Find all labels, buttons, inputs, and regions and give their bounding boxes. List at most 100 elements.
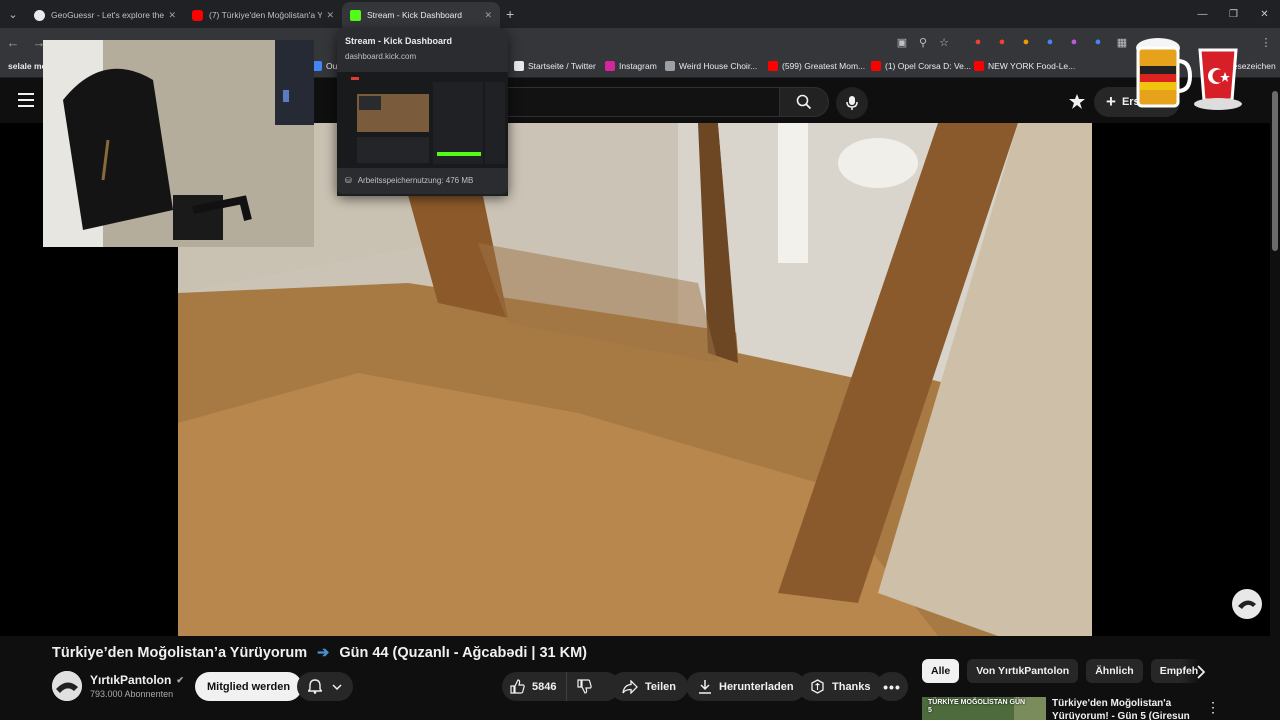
- bookmark-item[interactable]: (1) Opel Corsa D: Ve...: [871, 61, 971, 71]
- bookmark-item[interactable]: (599) Greatest Mom...: [768, 61, 865, 71]
- restore-icon[interactable]: ❐: [1218, 0, 1249, 28]
- avatar-image: [1238, 600, 1256, 609]
- bell-icon: [308, 679, 322, 694]
- share-button[interactable]: Teilen: [610, 672, 688, 701]
- walking-person-icon: ➔: [317, 645, 330, 661]
- search-icon: [796, 94, 812, 110]
- thanks-button[interactable]: Thanks: [798, 672, 883, 701]
- more-horizontal-icon: •••: [883, 678, 901, 695]
- share-icon: [622, 679, 638, 694]
- tab-kick-dashboard[interactable]: Stream - Kick Dashboard ✕: [342, 2, 500, 28]
- like-dislike-group: 5846: [502, 672, 620, 701]
- recommended-title[interactable]: Türkiye'den Moğolistan'a Yürüyorum! - Gü…: [1052, 697, 1202, 720]
- map-pin-icon: [34, 9, 45, 21]
- menu-icon[interactable]: [18, 93, 34, 107]
- close-window-icon[interactable]: ✕: [1249, 0, 1280, 28]
- thumbnail-text: TÜRKİYE MOĞOLİSTAN GÜN 5: [928, 699, 1026, 714]
- chip-related[interactable]: Ähnlich: [1086, 659, 1143, 683]
- tab-search-chevron-icon[interactable]: ⌄: [0, 0, 26, 28]
- browser-tabstrip: ⌄ GeoGuessr - Let's explore the w ✕ (7) …: [0, 0, 1280, 28]
- extension-icon[interactable]: ●: [1090, 34, 1106, 50]
- more-actions-button[interactable]: •••: [876, 672, 908, 701]
- memory-usage: ⛁ Arbeitsspeichernutzung: 476 MB: [345, 176, 474, 185]
- bookmark-item[interactable]: NEW YORK Food-Le...: [974, 61, 1075, 71]
- thumbs-down-icon: [577, 679, 593, 694]
- tab-youtube[interactable]: (7) Türkiye'den Moğolistan'a Yü ✕: [184, 2, 342, 28]
- extension-icon[interactable]: ●: [1018, 34, 1034, 50]
- like-count: 5846: [532, 680, 557, 693]
- video-scene: [178, 123, 1092, 636]
- back-icon[interactable]: ←: [0, 35, 26, 50]
- subscriber-count: 793.000 Abonnenten: [90, 689, 174, 699]
- plus-icon: +: [1106, 92, 1116, 111]
- notification-subscription-button[interactable]: [297, 672, 353, 701]
- minimize-icon[interactable]: —: [1187, 0, 1218, 28]
- extension-icon[interactable]: ●: [994, 34, 1010, 50]
- floating-avatar-button[interactable]: [1232, 589, 1262, 619]
- tab-geoguessr[interactable]: GeoGuessr - Let's explore the w ✕: [26, 2, 184, 28]
- beer-tea-sticker: [1136, 38, 1242, 110]
- youtube-icon: [192, 9, 203, 21]
- video-frame[interactable]: [178, 123, 1092, 636]
- verified-icon: ✔: [176, 674, 184, 685]
- video-title: Türkiye’den Moğolistan’a Yürüyorum ➔ Gün…: [52, 645, 587, 661]
- memory-icon: ⛁: [345, 176, 352, 185]
- dislike-button[interactable]: [567, 672, 602, 701]
- cast-icon[interactable]: ▣: [894, 34, 910, 50]
- download-button[interactable]: Herunterladen: [686, 672, 806, 701]
- chevron-right-icon: [1196, 665, 1205, 679]
- bookmark-item[interactable]: Weird House Choir...: [665, 61, 757, 71]
- bookmark-item[interactable]: Startseite / Twitter: [514, 61, 596, 71]
- close-icon[interactable]: ✕: [484, 10, 492, 21]
- like-button[interactable]: 5846: [502, 672, 568, 701]
- extension-icon[interactable]: ●: [1042, 34, 1058, 50]
- kick-icon: [350, 9, 361, 21]
- recommended-video[interactable]: TÜRKİYE MOĞOLİSTAN GÜN 5 Türkiye'den Moğ…: [922, 697, 1262, 720]
- bookmark-item[interactable]: Instagram: [605, 61, 657, 71]
- microphone-icon: [846, 96, 858, 110]
- youtube-icon: [974, 61, 984, 71]
- hover-card-title: Stream - Kick Dashboard: [345, 36, 453, 46]
- close-icon[interactable]: ✕: [168, 10, 176, 21]
- kebab-menu-icon[interactable]: ⋮: [1258, 34, 1274, 50]
- tab-title: Stream - Kick Dashboard: [367, 10, 462, 20]
- chevron-down-icon: [332, 683, 342, 690]
- thumbs-up-icon: [510, 679, 525, 694]
- instagram-icon: [605, 61, 615, 71]
- channel-name[interactable]: YırtıkPantolon ✔: [90, 673, 184, 687]
- bookmark-favicon: [665, 61, 675, 71]
- page-scrollbar[interactable]: [1270, 79, 1280, 720]
- close-icon[interactable]: ✕: [326, 10, 334, 21]
- tab-title: GeoGuessr - Let's explore the w: [51, 10, 165, 20]
- search-input[interactable]: [507, 87, 779, 117]
- super-thanks-icon: [811, 679, 824, 694]
- star-icon[interactable]: ☆: [936, 34, 952, 50]
- studio-icon[interactable]: [1068, 93, 1086, 111]
- x-twitter-icon: [514, 61, 524, 71]
- chips-next-button[interactable]: [1190, 662, 1210, 682]
- bookmark-item[interactable]: Out: [312, 61, 340, 71]
- scrollbar-thumb[interactable]: [1272, 91, 1278, 251]
- chip-all[interactable]: Alle: [922, 659, 960, 683]
- dashboard-preview-image: [337, 72, 508, 168]
- webcam-scene: [43, 40, 314, 247]
- recommended-thumbnail[interactable]: TÜRKİYE MOĞOLİSTAN GÜN 5: [922, 697, 1046, 720]
- bookmark-item[interactable]: selale mo: [8, 61, 47, 71]
- related-filter-chips: Alle Von YırtıkPantolon Ähnlich Empfeh: [922, 659, 1209, 683]
- extension-icon[interactable]: ●: [970, 34, 986, 50]
- youtube-icon: [871, 61, 881, 71]
- avatar-image: [52, 671, 82, 701]
- search-button[interactable]: [779, 87, 829, 117]
- zoom-icon[interactable]: ⚲: [915, 34, 931, 50]
- tab-hover-card: Stream - Kick Dashboard dashboard.kick.c…: [337, 28, 508, 196]
- more-vertical-icon[interactable]: ⋮: [1206, 699, 1220, 716]
- channel-avatar[interactable]: [52, 671, 82, 701]
- new-tab-button[interactable]: +: [506, 6, 514, 22]
- voice-search-button[interactable]: [836, 87, 868, 119]
- webcam-overlay: [43, 40, 314, 247]
- chip-from-channel[interactable]: Von YırtıkPantolon: [967, 659, 1079, 683]
- hover-card-url: dashboard.kick.com: [345, 52, 417, 61]
- join-membership-button[interactable]: Mitglied werden: [195, 672, 303, 701]
- extension-icon[interactable]: ●: [1066, 34, 1082, 50]
- youtube-icon: [768, 61, 778, 71]
